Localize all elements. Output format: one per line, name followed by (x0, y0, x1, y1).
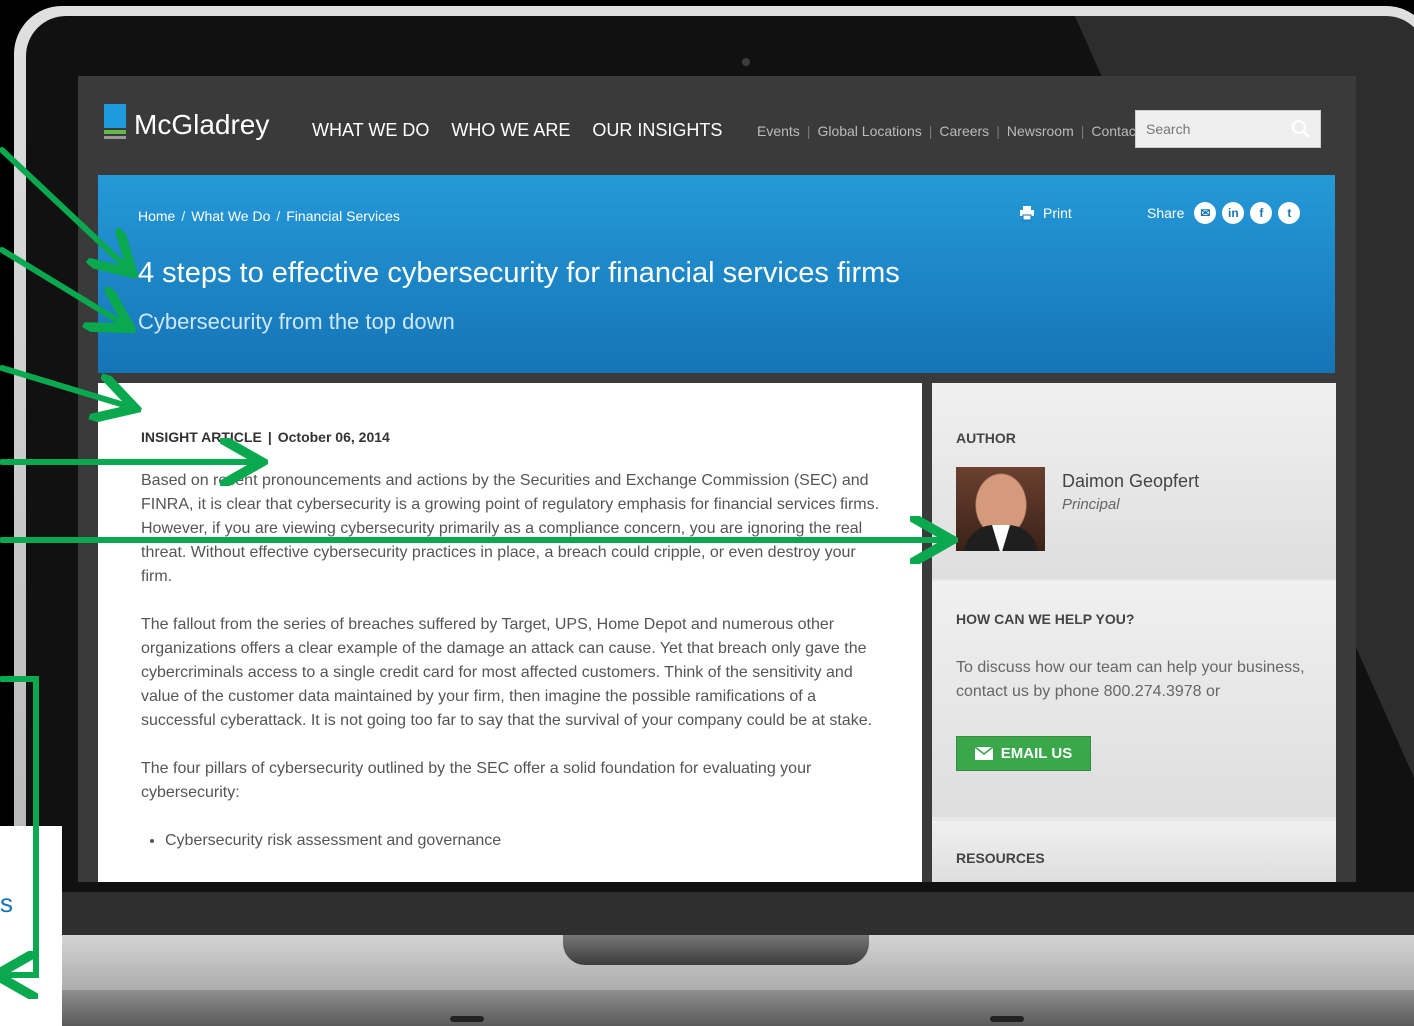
arrow-bracket (0, 676, 39, 975)
annotation-arrows (0, 147, 1414, 1026)
arrow-to-subtitle (0, 247, 120, 322)
arrow-to-article-top (0, 365, 124, 405)
arrow-to-title (0, 147, 124, 265)
